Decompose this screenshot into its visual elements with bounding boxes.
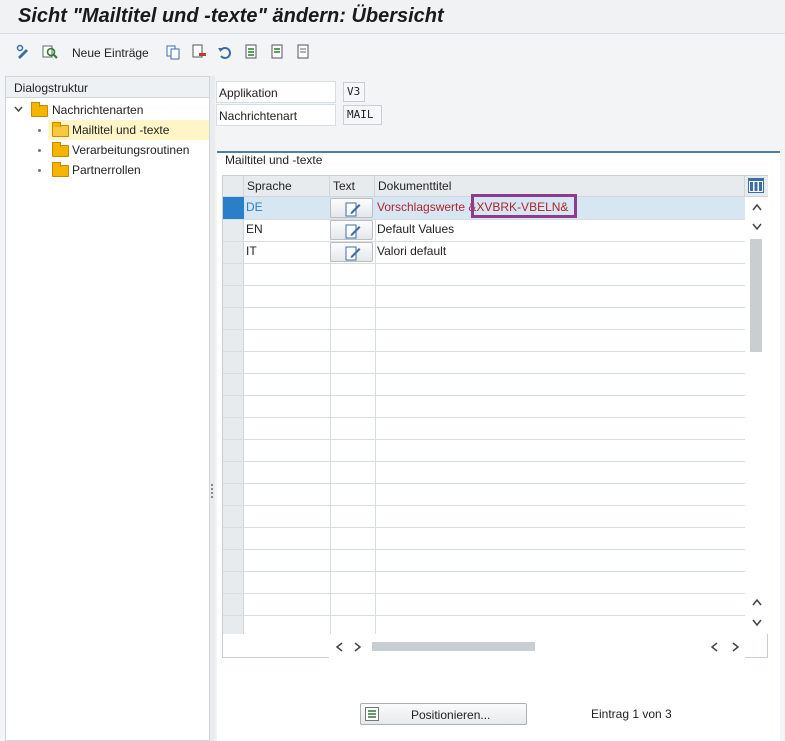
select-all-header[interactable]: [223, 176, 244, 197]
folder-icon: [52, 142, 69, 157]
deselect-all-icon[interactable]: [296, 44, 312, 60]
page-title: Sicht "Mailtitel und -texte" ändern: Übe…: [18, 5, 444, 27]
language-cell[interactable]: IT: [246, 244, 257, 258]
toolbar: Neue Einträge: [0, 35, 785, 70]
new-entries-button[interactable]: Neue Einträge: [72, 46, 149, 60]
tree-node-label: Mailtitel und -texte: [72, 123, 170, 137]
vertical-scrollbar[interactable]: [745, 197, 768, 634]
tree-node-label: Nachrichtenarten: [52, 103, 144, 117]
tree-bullet: [38, 129, 41, 132]
pencil-icon: [345, 224, 361, 239]
table-row[interactable]: IT Valori default: [244, 241, 745, 263]
position-button[interactable]: Positionieren...: [360, 703, 527, 725]
select-block-icon[interactable]: [270, 44, 286, 60]
language-cell[interactable]: EN: [246, 222, 263, 236]
edit-text-button[interactable]: [330, 198, 373, 218]
scroll-left-icon[interactable]: [711, 642, 718, 652]
mail-titles-table: Sprache Text Dokumenttitel DE Vorschlags…: [222, 175, 768, 658]
vertical-scroll-thumb[interactable]: [750, 239, 762, 352]
pencil-icon: [345, 202, 361, 217]
table-row[interactable]: EN Default Values: [244, 219, 745, 241]
horizontal-scroll-thumb[interactable]: [372, 642, 535, 651]
position-icon: [365, 707, 379, 721]
scroll-right-icon[interactable]: [354, 642, 361, 652]
tree-bullet: [38, 169, 41, 172]
edit-text-button[interactable]: [330, 220, 373, 240]
row-selected-marker[interactable]: [223, 197, 244, 219]
dialog-structure-header: Dialogstruktur: [6, 77, 209, 98]
column-header-text[interactable]: Text: [330, 176, 375, 197]
layout-icon[interactable]: [748, 178, 764, 193]
scroll-right-icon[interactable]: [732, 642, 739, 652]
folder-open-icon: [52, 122, 69, 137]
scroll-down-icon[interactable]: [752, 223, 762, 230]
folder-icon: [31, 102, 48, 117]
undo-icon[interactable]: [217, 44, 233, 60]
scroll-left-icon[interactable]: [336, 642, 343, 652]
message-type-label: Nachrichtenart: [216, 104, 336, 126]
search-icon[interactable]: [42, 44, 58, 60]
chevron-down-icon[interactable]: [14, 106, 23, 113]
title-cell[interactable]: Valori default: [377, 244, 446, 258]
copy-icon[interactable]: [165, 44, 181, 60]
application-field[interactable]: V3: [343, 82, 365, 102]
pencil-icon: [345, 246, 361, 261]
select-all-icon[interactable]: [244, 44, 260, 60]
group-title: Mailtitel und -texte: [225, 153, 323, 167]
column-settings-header[interactable]: [745, 176, 768, 197]
horizontal-scrollbar[interactable]: [329, 634, 745, 658]
scroll-up-icon[interactable]: [752, 204, 762, 211]
column-header-language[interactable]: Sprache: [244, 176, 330, 197]
message-type-field[interactable]: MAIL: [343, 105, 382, 125]
tree-node-partner-roles[interactable]: Partnerrollen: [48, 160, 209, 180]
folder-icon: [52, 162, 69, 177]
tree-node-label: Verarbeitungsroutinen: [72, 143, 190, 157]
detail-panel: Applikation V3 Nachrichtenart MAIL Mailt…: [215, 76, 785, 741]
display-change-icon[interactable]: [16, 44, 32, 60]
tree-bullet: [38, 149, 41, 152]
scroll-up-icon[interactable]: [752, 599, 762, 606]
title-bar: Sicht "Mailtitel und -texte" ändern: Übe…: [0, 0, 785, 34]
application-label: Applikation: [216, 81, 336, 103]
splitter-grip[interactable]: [211, 484, 213, 500]
delete-icon[interactable]: [191, 44, 207, 60]
language-cell[interactable]: DE: [246, 200, 263, 214]
scroll-down-icon[interactable]: [752, 619, 762, 626]
position-button-label: Positionieren...: [411, 708, 491, 722]
edit-text-button[interactable]: [330, 242, 373, 262]
dialog-structure-panel: Dialogstruktur Nachrichtenarten Mailtite…: [5, 76, 210, 741]
entry-status: Eintrag 1 von 3: [591, 707, 672, 721]
tree-node-message-types[interactable]: Nachrichtenarten: [6, 100, 209, 120]
tree-node-processing-routines[interactable]: Verarbeitungsroutinen: [48, 140, 209, 160]
tree-node-mail-titles[interactable]: Mailtitel und -texte: [48, 120, 209, 140]
variable-highlight-box: [471, 194, 577, 218]
title-cell[interactable]: Default Values: [377, 222, 454, 236]
tree-node-label: Partnerrollen: [72, 163, 141, 177]
